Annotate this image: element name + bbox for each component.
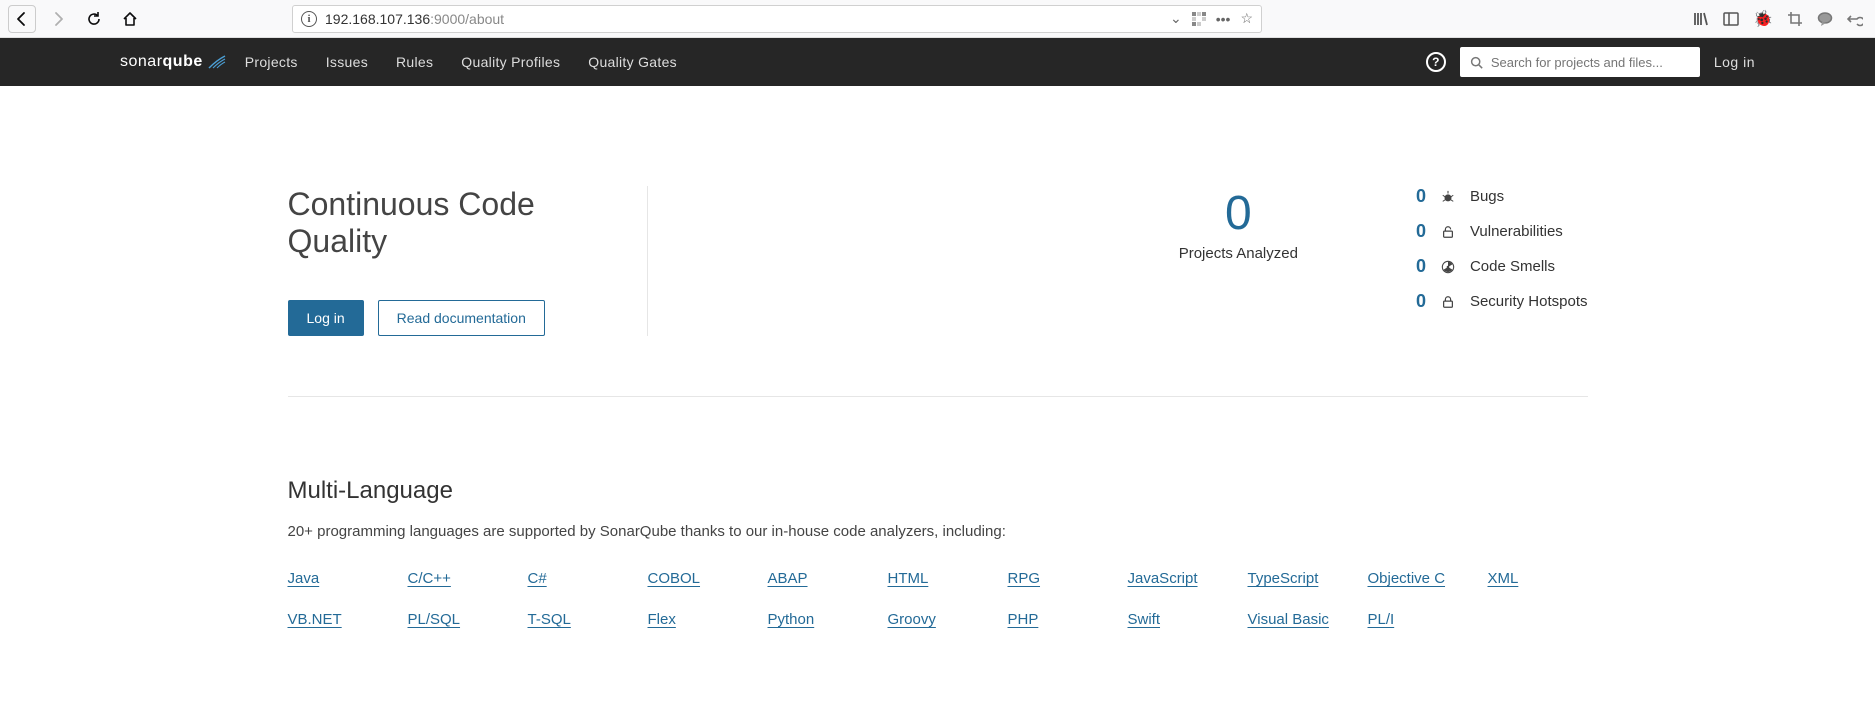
info-icon: i (301, 11, 317, 27)
language-link[interactable]: Flex (648, 611, 748, 628)
nav-link-issues[interactable]: Issues (326, 54, 368, 70)
projects-label: Projects Analyzed (1179, 245, 1298, 262)
multilang-section: Multi-Language 20+ programming languages… (288, 397, 1588, 668)
stat-count: 0 (1408, 291, 1426, 312)
language-link[interactable]: VB.NET (288, 611, 388, 628)
page-title: Continuous Code Quality (288, 186, 607, 260)
language-link[interactable]: Swift (1128, 611, 1228, 628)
stat-bugs[interactable]: 0 Bugs (1408, 186, 1588, 207)
nav-right: ? Log in (1426, 47, 1755, 77)
nav-link-projects[interactable]: Projects (245, 54, 298, 70)
stat-count: 0 (1408, 221, 1426, 242)
language-link[interactable]: Java (288, 570, 388, 587)
language-grid: Java C/C++ C# COBOL ABAP HTML RPG JavaScript Typ… (288, 570, 1588, 628)
hero-left: Continuous Code Quality Log in Read docu… (288, 186, 648, 336)
hero-right: 0 Projects Analyzed 0 Bugs 0 Vulnerabili… (648, 186, 1588, 336)
search-icon (1470, 56, 1483, 69)
logo[interactable]: sonarqube (120, 53, 227, 71)
language-link[interactable]: TypeScript (1248, 570, 1348, 587)
language-link[interactable]: Python (768, 611, 868, 628)
library-icon[interactable] (1693, 11, 1709, 27)
url-bar[interactable]: i 192.168.107.136:9000/about ⌄ ••• ☆ (292, 5, 1262, 33)
nav-link-quality-profiles[interactable]: Quality Profiles (461, 54, 560, 70)
lock-icon (1440, 294, 1456, 310)
stat-code-smells[interactable]: 0 Code Smells (1408, 256, 1588, 277)
language-link[interactable]: COBOL (648, 570, 748, 587)
language-link[interactable]: Visual Basic (1248, 611, 1348, 628)
language-link[interactable]: Objective C (1368, 570, 1468, 587)
chrome-toolbar-icons: 🐞 (1693, 9, 1867, 29)
radiation-icon (1440, 259, 1456, 275)
stat-label: Vulnerabilities (1470, 223, 1563, 240)
login-link[interactable]: Log in (1714, 54, 1755, 70)
nav-link-rules[interactable]: Rules (396, 54, 433, 70)
language-link[interactable]: JavaScript (1128, 570, 1228, 587)
section-title: Multi-Language (288, 477, 1588, 505)
stat-label: Code Smells (1470, 258, 1555, 275)
home-button[interactable] (116, 5, 144, 33)
bug-icon (1440, 189, 1456, 205)
stat-vulnerabilities[interactable]: 0 Vulnerabilities (1408, 221, 1588, 242)
chat-icon[interactable] (1817, 11, 1833, 27)
bookmark-star-icon[interactable]: ☆ (1240, 10, 1253, 27)
browser-chrome: i 192.168.107.136:9000/about ⌄ ••• ☆ 🐞 (0, 0, 1875, 38)
extension-icon[interactable]: 🐞 (1753, 9, 1773, 29)
sidebar-icon[interactable] (1723, 11, 1739, 27)
language-link[interactable]: HTML (888, 570, 988, 587)
language-link[interactable]: C# (528, 570, 628, 587)
login-button[interactable]: Log in (288, 300, 364, 336)
language-link[interactable]: ABAP (768, 570, 868, 587)
nav-link-quality-gates[interactable]: Quality Gates (588, 54, 677, 70)
url-bar-right: ⌄ ••• ☆ (1170, 10, 1253, 27)
stat-count: 0 (1408, 256, 1426, 277)
language-link[interactable]: Groovy (888, 611, 988, 628)
language-link[interactable]: PL/SQL (408, 611, 508, 628)
stat-count: 0 (1408, 186, 1426, 207)
forward-button (44, 5, 72, 33)
language-link[interactable]: PL/I (1368, 611, 1468, 628)
read-documentation-button[interactable]: Read documentation (378, 300, 545, 336)
stat-label: Security Hotspots (1470, 293, 1588, 310)
search-input[interactable] (1491, 55, 1690, 70)
language-link[interactable]: XML (1488, 570, 1588, 587)
unlock-icon (1440, 224, 1456, 240)
stat-label: Bugs (1470, 188, 1504, 205)
page-actions-icon[interactable]: ••• (1216, 11, 1231, 27)
chevron-down-icon[interactable]: ⌄ (1170, 10, 1182, 27)
url-text: 192.168.107.136:9000/about (325, 11, 504, 27)
logo-text: sonarqube (120, 53, 203, 71)
language-link[interactable]: RPG (1008, 570, 1108, 587)
crop-icon[interactable] (1787, 11, 1803, 27)
search-box[interactable] (1460, 47, 1700, 77)
qr-icon[interactable] (1192, 12, 1206, 26)
hero-actions: Log in Read documentation (288, 300, 607, 336)
projects-count: 0 (1179, 186, 1298, 241)
stat-security-hotspots[interactable]: 0 Security Hotspots (1408, 291, 1588, 312)
section-desc: 20+ programming languages are supported … (288, 523, 1588, 540)
stats-list: 0 Bugs 0 Vulnerabilities 0 Code Smells 0 (1408, 186, 1588, 312)
help-icon[interactable]: ? (1426, 52, 1446, 72)
hero-section: Continuous Code Quality Log in Read docu… (288, 86, 1588, 397)
logo-waves-icon (207, 54, 227, 70)
back-button[interactable] (8, 5, 36, 33)
reload-button[interactable] (80, 5, 108, 33)
main-content: Continuous Code Quality Log in Read docu… (268, 86, 1608, 668)
projects-analyzed: 0 Projects Analyzed (1179, 186, 1298, 262)
top-nav: sonarqube Projects Issues Rules Quality … (0, 38, 1875, 86)
language-link[interactable]: C/C++ (408, 570, 508, 587)
nav-links: Projects Issues Rules Quality Profiles Q… (245, 54, 677, 70)
language-link[interactable]: PHP (1008, 611, 1108, 628)
undo-icon[interactable] (1847, 11, 1863, 27)
language-link[interactable]: T-SQL (528, 611, 628, 628)
